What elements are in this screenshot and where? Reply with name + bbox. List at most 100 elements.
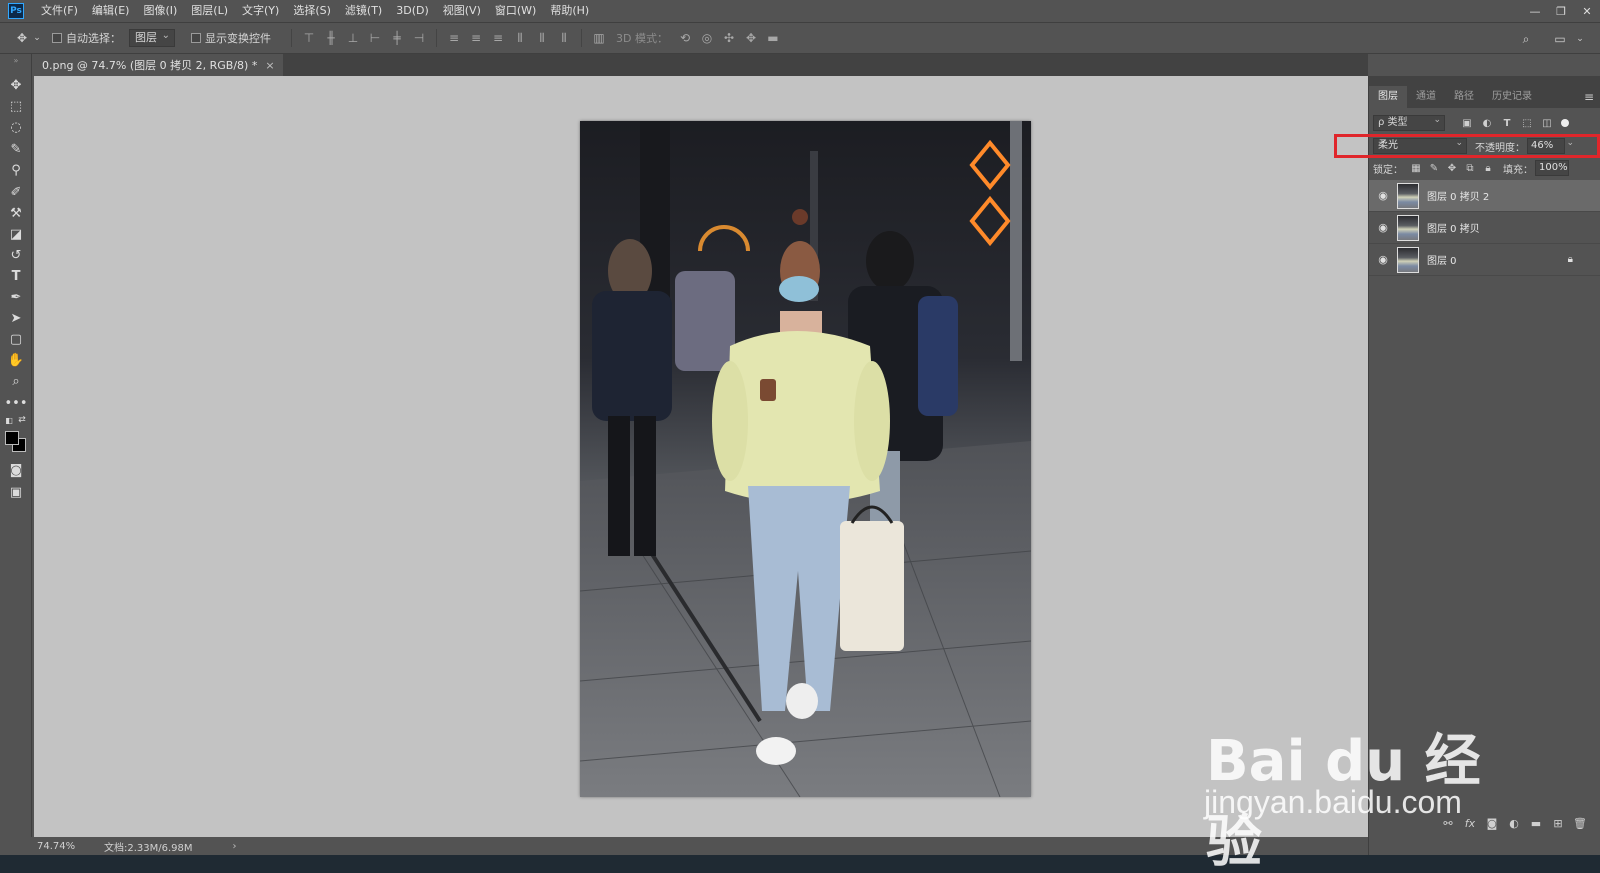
foreground-color-swatch[interactable] bbox=[5, 431, 19, 445]
document-image[interactable] bbox=[580, 121, 1031, 797]
filter-pixel-icon[interactable]: ▣ bbox=[1457, 118, 1477, 129]
distribute-right-icon[interactable]: ⫴ bbox=[553, 28, 575, 48]
swap-colors-icon[interactable]: ⇄ bbox=[16, 414, 28, 426]
menu-layer[interactable]: 图层(L) bbox=[184, 0, 235, 22]
panel-collapse-bar[interactable] bbox=[1369, 76, 1600, 86]
zoom-tool-icon[interactable]: ⌕ bbox=[5, 371, 27, 391]
new-group-icon[interactable]: ▬ bbox=[1525, 817, 1547, 830]
align-top-icon[interactable]: ⊤ bbox=[298, 28, 320, 48]
lock-pixels-icon[interactable]: ✎ bbox=[1425, 163, 1443, 174]
type-tool-icon[interactable]: T bbox=[5, 266, 27, 286]
align-hcenter-icon[interactable]: ╪ bbox=[386, 28, 408, 48]
auto-select-checkbox[interactable] bbox=[52, 33, 62, 43]
layer-row[interactable]: ◉ 图层 0 🔒︎ bbox=[1369, 244, 1600, 276]
hand-tool-icon[interactable]: ✋ bbox=[5, 350, 27, 370]
blend-mode-select[interactable]: 柔光 bbox=[1373, 136, 1467, 154]
menu-window[interactable]: 窗口(W) bbox=[488, 0, 543, 22]
filter-adjustment-icon[interactable]: ◐ bbox=[1477, 118, 1497, 129]
lasso-tool-icon[interactable]: ◌ bbox=[5, 117, 27, 137]
eraser-tool-icon[interactable]: ◪ bbox=[5, 224, 27, 244]
move-tool-icon[interactable]: ✥ bbox=[12, 28, 32, 48]
menu-select[interactable]: 选择(S) bbox=[286, 0, 338, 22]
toolbar-grip-icon[interactable]: » bbox=[5, 56, 27, 65]
menu-filter[interactable]: 滤镜(T) bbox=[338, 0, 389, 22]
distribute-vcenter-icon[interactable]: ≡ bbox=[465, 28, 487, 48]
quick-mask-icon[interactable]: ◙ bbox=[5, 460, 27, 480]
menu-3d[interactable]: 3D(D) bbox=[389, 0, 436, 22]
canvas-area[interactable] bbox=[34, 76, 1368, 837]
add-mask-icon[interactable]: ◙ bbox=[1481, 817, 1503, 830]
auto-select-target-select[interactable]: 图层 bbox=[129, 28, 175, 47]
layer-style-fx-icon[interactable]: fx bbox=[1459, 817, 1481, 830]
workspace-chevron-icon[interactable]: ⌄ bbox=[1574, 29, 1586, 49]
3d-roll-icon[interactable]: ◎ bbox=[696, 28, 718, 48]
distribute-left-icon[interactable]: ⫴ bbox=[509, 28, 531, 48]
align-left-icon[interactable]: ⊢ bbox=[364, 28, 386, 48]
show-transform-checkbox[interactable] bbox=[191, 33, 201, 43]
close-window-icon[interactable]: ✕ bbox=[1574, 0, 1600, 22]
filter-shape-icon[interactable]: ⬚ bbox=[1517, 118, 1537, 129]
stamp-tool-icon[interactable]: ⚒ bbox=[5, 203, 27, 223]
layer-row[interactable]: ◉ 图层 0 拷贝 bbox=[1369, 212, 1600, 244]
zoom-level-field[interactable]: 74.74% bbox=[34, 841, 84, 852]
search-icon[interactable]: ⌕ bbox=[1516, 29, 1536, 49]
minimize-icon[interactable]: — bbox=[1522, 0, 1548, 22]
delete-layer-icon[interactable]: 🗑︎ bbox=[1569, 817, 1591, 830]
menu-help[interactable]: 帮助(H) bbox=[543, 0, 596, 22]
eye-icon[interactable]: ◉ bbox=[1371, 189, 1395, 202]
tab-layers[interactable]: 图层 bbox=[1369, 86, 1407, 108]
align-vcenter-icon[interactable]: ╫ bbox=[320, 28, 342, 48]
workspace-icon[interactable]: ▭ bbox=[1550, 29, 1570, 49]
layer-filter-select[interactable]: ρ 类型 bbox=[1373, 113, 1445, 131]
fill-field[interactable]: 100% bbox=[1535, 160, 1569, 176]
tool-preset-chevron-icon[interactable]: ⌄ bbox=[32, 28, 42, 48]
pen-tool-icon[interactable]: ✒ bbox=[5, 287, 27, 307]
auto-align-icon[interactable]: ▥ bbox=[588, 28, 610, 48]
lock-transparency-icon[interactable]: ▦ bbox=[1407, 163, 1425, 174]
move-tool-icon[interactable]: ✥ bbox=[5, 75, 27, 95]
brush-tool-icon[interactable]: ✐ bbox=[5, 182, 27, 202]
menu-edit[interactable]: 编辑(E) bbox=[85, 0, 137, 22]
3d-pan-icon[interactable]: ✣ bbox=[718, 28, 740, 48]
default-colors-icon[interactable]: ◧ bbox=[3, 414, 15, 426]
filter-type-icon[interactable]: T bbox=[1497, 118, 1517, 129]
layer-row[interactable]: ◉ 图层 0 拷贝 2 bbox=[1369, 180, 1600, 212]
filter-toggle-icon[interactable] bbox=[1561, 119, 1569, 127]
distribute-bottom-icon[interactable]: ≡ bbox=[487, 28, 509, 48]
panel-menu-icon[interactable]: ≡ bbox=[1584, 86, 1594, 108]
3d-slide-icon[interactable]: ✥ bbox=[740, 28, 762, 48]
opacity-field[interactable]: 46% bbox=[1527, 136, 1574, 154]
menu-image[interactable]: 图像(I) bbox=[136, 0, 184, 22]
eye-icon[interactable]: ◉ bbox=[1371, 221, 1395, 234]
distribute-hcenter-icon[interactable]: ⫴ bbox=[531, 28, 553, 48]
filter-smart-object-icon[interactable]: ◫ bbox=[1537, 118, 1557, 129]
menu-file[interactable]: 文件(F) bbox=[34, 0, 85, 22]
eye-icon[interactable]: ◉ bbox=[1371, 253, 1395, 266]
new-layer-icon[interactable]: ⊞ bbox=[1547, 817, 1569, 830]
menu-view[interactable]: 视图(V) bbox=[436, 0, 488, 22]
lock-position-icon[interactable]: ✥ bbox=[1443, 163, 1461, 174]
screen-mode-icon[interactable]: ▣ bbox=[5, 482, 27, 502]
tab-channels[interactable]: 通道 bbox=[1407, 86, 1445, 108]
link-layers-icon[interactable]: ⚯ bbox=[1437, 817, 1459, 830]
tab-paths[interactable]: 路径 bbox=[1445, 86, 1483, 108]
history-brush-tool-icon[interactable]: ↺ bbox=[5, 245, 27, 265]
lock-all-icon[interactable]: 🔒︎ bbox=[1479, 163, 1497, 174]
document-tab[interactable]: 0.png @ 74.7% (图层 0 拷贝 2, RGB/8) * × bbox=[34, 54, 283, 76]
distribute-top-icon[interactable]: ≡ bbox=[443, 28, 465, 48]
menu-type[interactable]: 文字(Y) bbox=[235, 0, 286, 22]
path-select-tool-icon[interactable]: ➤ bbox=[5, 308, 27, 328]
3d-camera-icon[interactable]: ▬ bbox=[762, 28, 784, 48]
eyedropper-tool-icon[interactable]: ⚲ bbox=[5, 160, 27, 180]
more-tools-icon[interactable]: ••• bbox=[5, 393, 28, 413]
lock-artboard-icon[interactable]: ⧉ bbox=[1461, 163, 1479, 174]
close-tab-icon[interactable]: × bbox=[265, 59, 274, 72]
tab-history[interactable]: 历史记录 bbox=[1483, 86, 1541, 108]
quick-select-tool-icon[interactable]: ✎ bbox=[5, 139, 27, 159]
3d-orbit-icon[interactable]: ⟲ bbox=[674, 28, 696, 48]
new-adjustment-icon[interactable]: ◐ bbox=[1503, 817, 1525, 830]
shape-tool-icon[interactable]: ▢ bbox=[5, 329, 27, 349]
restore-icon[interactable]: ❐ bbox=[1548, 0, 1574, 22]
align-right-icon[interactable]: ⊣ bbox=[408, 28, 430, 48]
marquee-tool-icon[interactable]: ⬚ bbox=[5, 96, 27, 116]
